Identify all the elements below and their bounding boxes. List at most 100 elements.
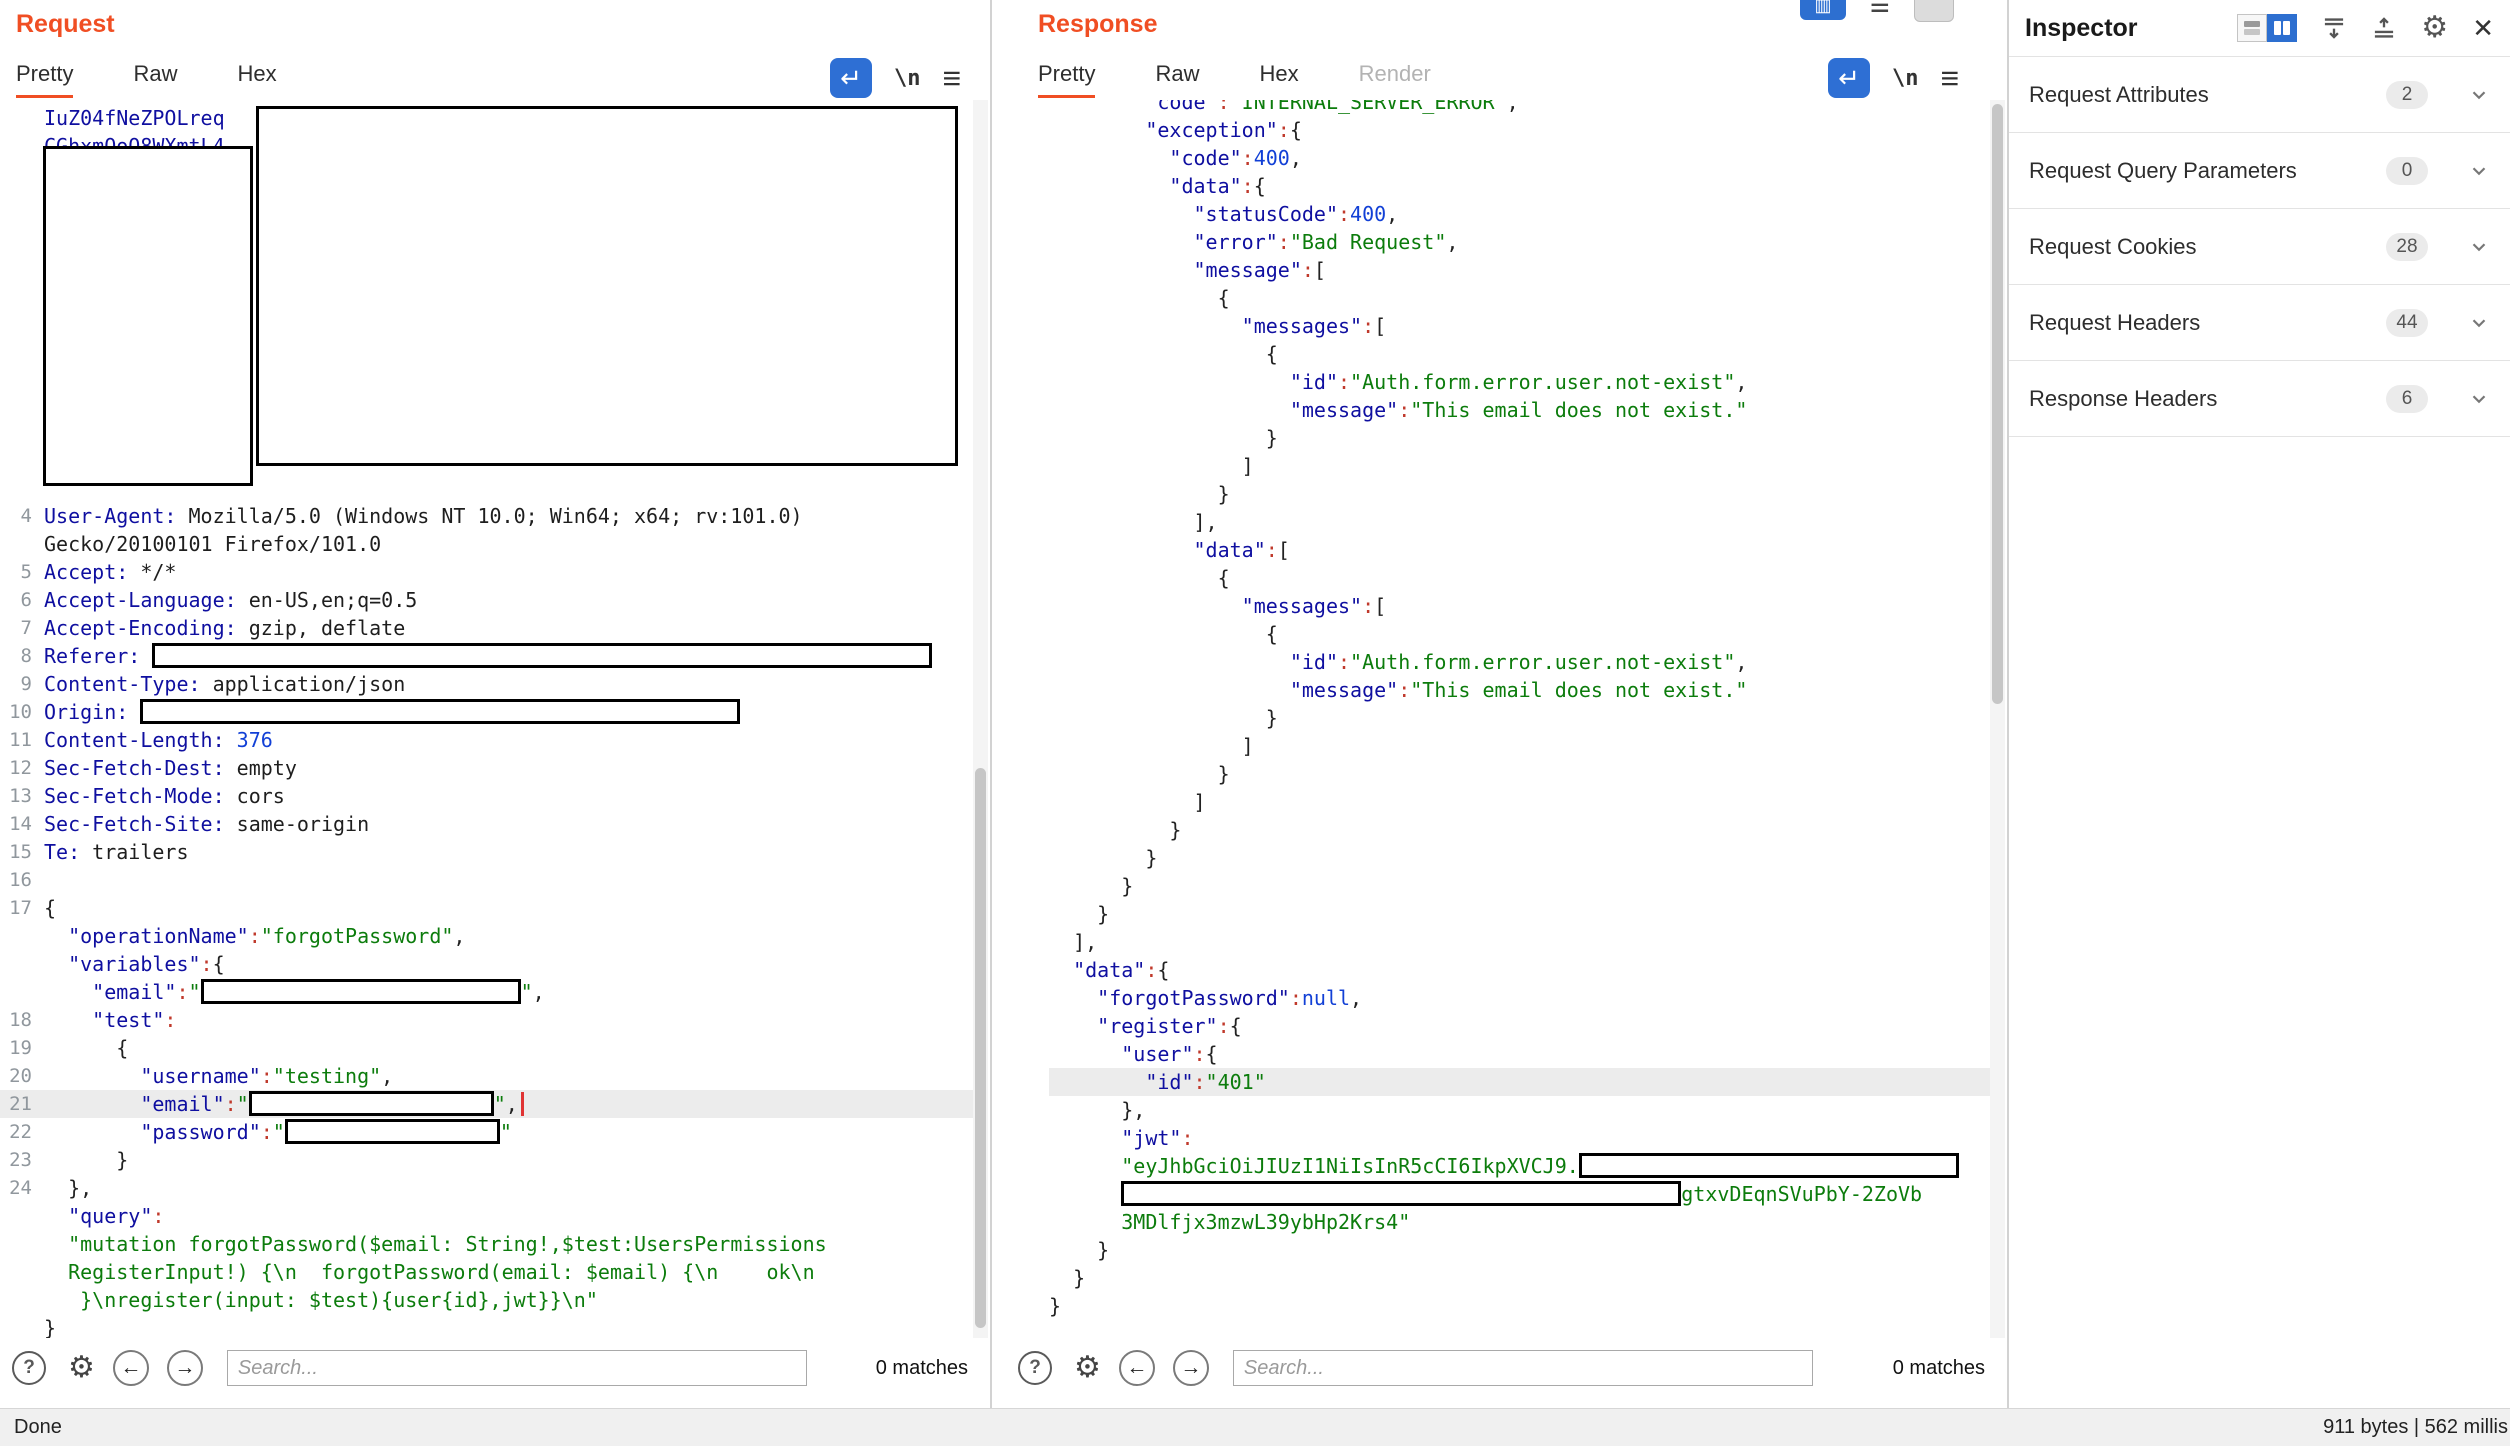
code-line[interactable]: "exception":{ xyxy=(1049,116,2005,144)
two-column-layout-icon[interactable] xyxy=(2267,14,2297,42)
code-line[interactable]: }, xyxy=(1049,1096,2005,1124)
scrollbar-thumb[interactable] xyxy=(1992,104,2003,704)
code-line-selected[interactable]: "id":"401" xyxy=(1049,1068,2005,1096)
code-line[interactable]: } xyxy=(1049,816,2005,844)
code-line[interactable]: gtxvDEqnSVuPbY-2ZoVb xyxy=(1049,1180,2005,1208)
code-line[interactable]: "register":{ xyxy=(1049,1012,2005,1040)
inspector-section-request-attributes[interactable]: Request Attributes 2 xyxy=(2009,57,2510,133)
layout-menu-icon[interactable]: ≡ xyxy=(1870,0,1890,20)
code-line[interactable]: "message":"This email does not exist." xyxy=(1049,396,2005,424)
code-line[interactable]: 22 "password":"" xyxy=(0,1118,988,1146)
gear-icon[interactable]: ⚙ xyxy=(2421,13,2448,43)
code-line[interactable]: "data":{ xyxy=(1049,172,2005,200)
code-line-selected[interactable]: 21 "email":"", xyxy=(0,1090,988,1118)
code-line[interactable]: ], xyxy=(1049,508,2005,536)
code-line[interactable]: { xyxy=(1049,620,2005,648)
code-line[interactable]: RegisterInput!) {\n forgotPassword(email… xyxy=(0,1258,988,1286)
next-match-button[interactable]: → xyxy=(1173,1350,1209,1386)
code-line[interactable]: ] xyxy=(1049,452,2005,480)
tab-pretty[interactable]: Pretty xyxy=(16,61,73,98)
panel-divider[interactable] xyxy=(990,0,992,1408)
code-line[interactable]: 23 } xyxy=(0,1146,988,1174)
code-line[interactable]: }\nregister(input: $test){user{id},jwt}}… xyxy=(0,1286,988,1314)
code-line[interactable]: 10Origin: xyxy=(0,698,988,726)
code-line[interactable]: } xyxy=(1049,1264,2005,1292)
code-line[interactable]: 7Accept-Encoding: gzip, deflate xyxy=(0,614,988,642)
response-scrollbar[interactable] xyxy=(1990,100,2005,1338)
code-line[interactable]: 17{ xyxy=(0,894,988,922)
code-line[interactable]: "code":400, xyxy=(1049,144,2005,172)
code-line[interactable]: "code":"INTERNAL_SERVER_ERROR", xyxy=(1049,100,2005,116)
previous-match-button[interactable]: ← xyxy=(113,1350,149,1386)
search-settings-gear-icon[interactable]: ⚙ xyxy=(1074,1353,1101,1383)
code-line[interactable]: 5Accept: */* xyxy=(0,558,988,586)
code-line[interactable]: } xyxy=(1049,844,2005,872)
code-line[interactable]: "mutation forgotPassword($email: String!… xyxy=(0,1230,988,1258)
code-line[interactable]: 16 xyxy=(0,866,988,894)
response-code-area[interactable]: "code":"INTERNAL_SERVER_ERROR", "excepti… xyxy=(994,100,2005,1338)
code-line[interactable]: 13Sec-Fetch-Mode: cors xyxy=(0,782,988,810)
code-line[interactable]: Gecko/20100101 Firefox/101.0 xyxy=(0,530,988,558)
search-settings-gear-icon[interactable]: ⚙ xyxy=(68,1353,95,1383)
single-column-layout-icon[interactable] xyxy=(2237,14,2267,42)
code-line[interactable]: "statusCode":400, xyxy=(1049,200,2005,228)
code-line[interactable]: "message":[ xyxy=(1049,256,2005,284)
code-line[interactable]: ] xyxy=(1049,732,2005,760)
editor-menu-icon[interactable]: ≡ xyxy=(1941,62,1960,94)
tab-hex[interactable]: Hex xyxy=(237,61,276,98)
code-line[interactable]: 11Content-Length: 376 xyxy=(0,726,988,754)
code-line[interactable]: } xyxy=(1049,900,2005,928)
code-line[interactable]: "email":"", xyxy=(0,978,988,1006)
code-line[interactable]: ], xyxy=(1049,928,2005,956)
code-line[interactable]: } xyxy=(1049,480,2005,508)
code-line[interactable]: } xyxy=(1049,760,2005,788)
code-line[interactable]: "user":{ xyxy=(1049,1040,2005,1068)
code-line[interactable]: 14Sec-Fetch-Site: same-origin xyxy=(0,810,988,838)
code-line[interactable]: 6Accept-Language: en-US,en;q=0.5 xyxy=(0,586,988,614)
code-line[interactable]: "eyJhbGciOiJIUzI1NiIsInR5cCI6IkpXVCJ9. xyxy=(1049,1152,2005,1180)
columns-layout-button[interactable]: ▥ xyxy=(1800,0,1846,20)
code-line[interactable]: { xyxy=(1049,340,2005,368)
code-line[interactable]: "error":"Bad Request", xyxy=(1049,228,2005,256)
tab-raw[interactable]: Raw xyxy=(1155,61,1199,98)
inspector-section-response-headers[interactable]: Response Headers 6 xyxy=(2009,361,2510,437)
code-line[interactable]: } xyxy=(0,1314,988,1338)
tab-render[interactable]: Render xyxy=(1359,61,1431,98)
code-line[interactable]: 24 }, xyxy=(0,1174,988,1202)
code-line[interactable]: 4User-Agent: Mozilla/5.0 (Windows NT 10.… xyxy=(0,502,988,530)
code-line[interactable]: 18 "test": xyxy=(0,1006,988,1034)
code-line[interactable]: "operationName":"forgotPassword", xyxy=(0,922,988,950)
code-line[interactable]: "variables":{ xyxy=(0,950,988,978)
code-line[interactable]: "messages":[ xyxy=(1049,312,2005,340)
previous-match-button[interactable]: ← xyxy=(1119,1350,1155,1386)
help-icon[interactable]: ? xyxy=(12,1351,46,1385)
code-line[interactable]: 15Te: trailers xyxy=(0,838,988,866)
code-line[interactable]: "forgotPassword":null, xyxy=(1049,984,2005,1012)
show-newlines-icon[interactable]: \n xyxy=(1892,66,1919,91)
help-icon[interactable]: ? xyxy=(1018,1351,1052,1385)
wrap-text-icon[interactable]: ↵ xyxy=(1828,58,1870,98)
inspector-section-request-cookies[interactable]: Request Cookies 28 xyxy=(2009,209,2510,285)
code-line[interactable]: "message":"This email does not exist." xyxy=(1049,676,2005,704)
request-code-area[interactable]: IuZ04fNeZPOLreqCGhxmOoQ8WXmtL44User-Agen… xyxy=(0,100,988,1338)
tab-hex[interactable]: Hex xyxy=(1259,61,1298,98)
code-line[interactable]: ] xyxy=(1049,788,2005,816)
code-line[interactable]: 9Content-Type: application/json xyxy=(0,670,988,698)
code-line[interactable]: "messages":[ xyxy=(1049,592,2005,620)
next-match-button[interactable]: → xyxy=(167,1350,203,1386)
request-scrollbar[interactable] xyxy=(973,100,988,1338)
rows-layout-button[interactable] xyxy=(1914,0,1954,22)
code-line[interactable]: 3MDlfjx3mzwL39ybHp2Krs4" xyxy=(1049,1208,2005,1236)
expand-all-icon[interactable] xyxy=(2321,15,2347,41)
wrap-text-icon[interactable]: ↵ xyxy=(830,58,872,98)
code-line[interactable]: { xyxy=(1049,564,2005,592)
code-line[interactable]: "data":{ xyxy=(1049,956,2005,984)
inspector-section-request-query-parameters[interactable]: Request Query Parameters 0 xyxy=(2009,133,2510,209)
code-line[interactable]: 8Referer: xyxy=(0,642,988,670)
code-line[interactable]: 20 "username":"testing", xyxy=(0,1062,988,1090)
code-line[interactable]: { xyxy=(1049,284,2005,312)
show-newlines-icon[interactable]: \n xyxy=(894,66,921,91)
search-input[interactable] xyxy=(227,1350,807,1386)
code-line[interactable]: } xyxy=(1049,424,2005,452)
inspector-section-request-headers[interactable]: Request Headers 44 xyxy=(2009,285,2510,361)
